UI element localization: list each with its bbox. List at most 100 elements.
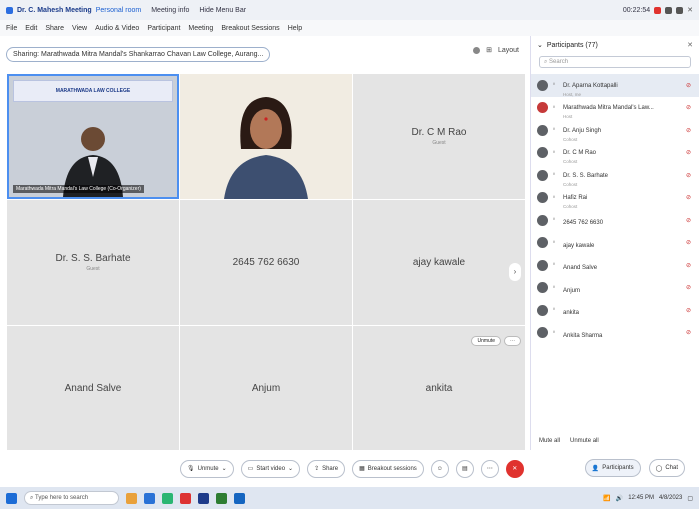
participant-row[interactable]: ᶿ Marathwada Mitra Mandal's Law... Host ⊘ <box>531 97 699 119</box>
more-options-icon[interactable]: ⋯ <box>480 459 499 478</box>
breakout-sessions-button[interactable]: ▦ Breakout sessions <box>352 459 424 478</box>
video-tile-host[interactable] <box>180 74 352 199</box>
avatar <box>537 147 548 159</box>
meeting-info-button[interactable]: Meeting info <box>151 7 189 14</box>
participant-tile[interactable]: Anand Salve <box>7 326 179 450</box>
participant-row[interactable]: ᶿ Anjum ⊘ <box>531 277 699 300</box>
participants-button[interactable]: 👤 Participants <box>584 459 641 477</box>
network-icon[interactable]: 📶 <box>603 495 610 502</box>
mic-status-icon[interactable]: ⊘ <box>686 194 691 201</box>
menu-share[interactable]: Share <box>45 25 64 32</box>
mic-status-icon[interactable]: ⊘ <box>686 172 691 179</box>
close-icon[interactable]: ✕ <box>687 6 693 14</box>
participant-search-input[interactable]: ⌕ Search <box>539 56 691 68</box>
participant-tile[interactable]: Anjum <box>180 326 352 450</box>
participant-row[interactable]: ᶿ Dr. C M Rao Cohost ⊘ <box>531 142 699 164</box>
layout-icon[interactable]: ⊞ <box>486 46 492 54</box>
excel-icon[interactable] <box>216 492 227 504</box>
menu-view[interactable]: View <box>72 25 87 32</box>
windows-start-icon[interactable] <box>6 492 17 504</box>
chevron-down-icon[interactable]: ⌄ <box>222 465 227 472</box>
maximize-icon[interactable] <box>676 6 684 14</box>
mic-status-icon[interactable]: ⊘ <box>686 217 691 224</box>
layout-button[interactable]: Layout <box>498 47 519 54</box>
start-video-label: Start video <box>256 465 286 472</box>
info-icon[interactable] <box>473 46 481 54</box>
participant-tile[interactable]: Dr. C M Rao Guest <box>353 74 525 199</box>
video-tile-cohost[interactable]: MARATHWADA LAW COLLEGE Marathwada Mitra … <box>7 74 179 199</box>
mic-muted-icon: ᶿ <box>553 284 555 291</box>
participant-tile[interactable]: Unmute ⋯ ankita <box>353 326 525 450</box>
participant-row[interactable]: ᶿ Ankita Sharma ⊘ <box>531 322 699 345</box>
reactions-icon[interactable]: ☺ <box>430 459 449 478</box>
unmute-all-button[interactable]: Unmute all <box>570 438 599 444</box>
mic-muted-icon: ᶿ <box>553 217 555 224</box>
unmute-button[interactable]: 🎙 Unmute ⌄ <box>180 459 234 478</box>
more-options-icon[interactable]: ⋯ <box>504 336 521 346</box>
menu-meeting[interactable]: Meeting <box>188 25 213 32</box>
chevron-down-icon[interactable]: ⌄ <box>537 41 543 49</box>
participant-row[interactable]: ᶿ ankita ⊘ <box>531 299 699 322</box>
participant-row[interactable]: ᶿ ajay kawale ⊘ <box>531 232 699 255</box>
mic-status-icon[interactable]: ⊘ <box>686 329 691 336</box>
volume-icon[interactable]: 🔊 <box>616 495 623 502</box>
participant-row[interactable]: ᶿ 2645 762 6630 ⊘ <box>531 209 699 232</box>
chat-icon: ◯ <box>655 465 663 472</box>
share-label: Share <box>322 465 339 472</box>
clock-time[interactable]: 12:45 PM <box>628 495 654 501</box>
menu-participant[interactable]: Participant <box>147 25 180 32</box>
mic-status-icon[interactable]: ⊘ <box>686 239 691 246</box>
tile-unmute-button[interactable]: Unmute <box>471 336 501 346</box>
mic-status-icon[interactable]: ⊘ <box>686 284 691 291</box>
participant-row-name: Dr. S. S. Barhate <box>563 172 609 179</box>
menu-file[interactable]: File <box>6 25 17 32</box>
personal-room-link[interactable]: Personal room <box>96 7 142 14</box>
mic-status-icon[interactable]: ⊘ <box>686 82 691 89</box>
share-button[interactable]: ⇪ Share <box>307 459 346 478</box>
start-video-button[interactable]: ▭ Start video ⌄ <box>240 459 301 478</box>
participant-tile[interactable]: ajay kawale › <box>353 200 525 325</box>
minimize-icon[interactable] <box>665 6 673 14</box>
edge-icon[interactable] <box>144 492 155 504</box>
participant-row[interactable]: ᶿ Anand Salve ⊘ <box>531 254 699 277</box>
sharing-indicator[interactable]: Sharing: Marathwada Mitra Mandal's Shank… <box>6 46 271 62</box>
hide-menu-button[interactable]: Hide Menu Bar <box>199 7 246 14</box>
mic-muted-icon: ᶿ <box>553 239 555 246</box>
word-icon[interactable] <box>234 492 245 504</box>
participant-row-name: 2645 762 6630 <box>563 220 604 227</box>
chat-button[interactable]: ◯ Chat <box>648 459 685 477</box>
participant-tile[interactable]: Dr. S. S. Barhate Guest <box>7 200 179 325</box>
mic-status-icon[interactable]: ⊘ <box>686 262 691 269</box>
apps-icon[interactable]: ▤ <box>455 459 474 478</box>
menu-help[interactable]: Help <box>288 25 302 32</box>
participant-tile[interactable]: 2645 762 6630 <box>180 200 352 325</box>
menu-edit[interactable]: Edit <box>25 25 37 32</box>
file-explorer-icon[interactable] <box>126 492 137 504</box>
notification-icon[interactable]: ▢ <box>687 495 693 502</box>
next-page-icon[interactable]: › <box>509 262 521 281</box>
taskbar-search-input[interactable]: ⌕ Type here to search <box>24 491 119 505</box>
mic-status-icon[interactable]: ⊘ <box>686 307 691 314</box>
mic-status-icon[interactable]: ⊘ <box>686 149 691 156</box>
close-panel-icon[interactable]: ✕ <box>687 41 693 49</box>
webex-taskbar-icon[interactable] <box>198 492 209 504</box>
mic-status-icon[interactable]: ⊘ <box>686 127 691 134</box>
mic-muted-icon: ᶿ <box>553 329 555 336</box>
chevron-down-icon[interactable]: ⌄ <box>288 465 293 472</box>
mic-status-icon[interactable]: ⊘ <box>686 104 691 111</box>
participant-row[interactable]: ᶿ Dr. S. S. Barhate Cohost ⊘ <box>531 164 699 187</box>
participant-row-text: ankita <box>563 301 579 319</box>
avatar <box>537 79 548 91</box>
app-icon[interactable] <box>180 492 191 504</box>
panel-footer: Mute all Unmute all <box>539 438 599 444</box>
menu-audio-video[interactable]: Audio & Video <box>95 25 139 32</box>
leave-meeting-icon[interactable]: ✕ <box>505 459 524 478</box>
avatar <box>537 124 548 136</box>
chrome-icon[interactable] <box>162 492 173 504</box>
participant-row[interactable]: ᶿ Dr. Anju Singh Cohost ⊘ <box>531 119 699 142</box>
participant-row[interactable]: ᶿ Dr. Aparna Kottapalli Host, me ⊘ <box>531 74 699 97</box>
participant-row[interactable]: ᶿ Hafiz Rai Cohost ⊘ <box>531 187 699 209</box>
participant-name: Dr. S. S. Barhate <box>55 253 131 264</box>
menu-breakout[interactable]: Breakout Sessions <box>221 25 279 32</box>
mute-all-button[interactable]: Mute all <box>539 438 560 444</box>
